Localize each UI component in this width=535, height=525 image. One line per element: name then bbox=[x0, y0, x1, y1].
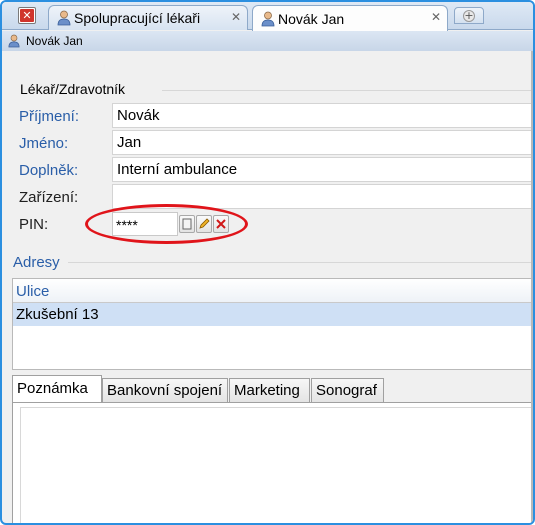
plus-icon: + bbox=[463, 8, 475, 22]
note-panel bbox=[12, 402, 533, 523]
field-row-prijmeni: Příjmení: Novák bbox=[12, 103, 533, 129]
highlight-circle bbox=[85, 204, 248, 244]
addresses-divider bbox=[68, 262, 533, 263]
tab-label: Novák Jan bbox=[278, 10, 345, 27]
tab-marketing[interactable]: Marketing bbox=[229, 378, 310, 402]
tab-close-icon[interactable]: ✕ bbox=[431, 10, 441, 24]
tab-novak-jan[interactable]: Novák Jan ✕ bbox=[252, 5, 448, 31]
document-title: Novák Jan bbox=[26, 34, 83, 48]
document-header: Novák Jan bbox=[2, 31, 533, 51]
person-icon bbox=[57, 10, 71, 26]
field-row-doplnek: Doplněk: Interní ambulance bbox=[12, 157, 533, 183]
app-window: ✕ Spolupracující lékaři ✕ Novák Jan ✕ + bbox=[0, 0, 535, 525]
field-label: Jméno: bbox=[19, 135, 69, 152]
right-edge bbox=[531, 51, 533, 523]
addresses-title: Adresy bbox=[13, 254, 60, 271]
group-title: Lékař/Zdravotník bbox=[20, 81, 126, 97]
field-row-zarizeni: Zařízení: bbox=[12, 184, 533, 210]
tab-label: Spolupracující lékaři bbox=[74, 10, 201, 26]
tab-spolupracujici-lekari[interactable]: Spolupracující lékaři ✕ bbox=[48, 5, 248, 30]
tab-poznamka[interactable]: Poznámka bbox=[12, 375, 102, 403]
tab-bankovni-spojeni[interactable]: Bankovní spojení bbox=[102, 378, 228, 402]
table-row[interactable]: Zkušební 13 bbox=[13, 303, 533, 326]
person-icon bbox=[261, 11, 275, 26]
note-textarea[interactable] bbox=[20, 407, 533, 523]
field-label: Příjmení: bbox=[19, 108, 80, 125]
first-name-field[interactable]: Jan bbox=[112, 130, 533, 155]
close-app-button[interactable]: ✕ bbox=[18, 7, 36, 24]
person-icon bbox=[8, 34, 20, 48]
tab-strip: ✕ Spolupracující lékaři ✕ Novák Jan ✕ + bbox=[2, 2, 533, 31]
pin-label: PIN: bbox=[19, 216, 49, 233]
new-tab-button[interactable]: + bbox=[454, 7, 484, 24]
field-label: Doplněk: bbox=[19, 162, 79, 179]
field-label: Zařízení: bbox=[19, 189, 79, 206]
tab-sonograf[interactable]: Sonograf bbox=[311, 378, 384, 402]
column-header-ulice[interactable]: Ulice bbox=[13, 279, 533, 303]
close-icon: ✕ bbox=[20, 9, 34, 22]
surname-field[interactable]: Novák bbox=[112, 103, 533, 128]
group-divider bbox=[162, 90, 533, 91]
addresses-table: Ulice Zkušební 13 bbox=[12, 278, 533, 370]
field-row-jmeno: Jméno: Jan bbox=[12, 130, 533, 156]
tab-close-icon[interactable]: ✕ bbox=[231, 10, 241, 24]
supplement-field[interactable]: Interní ambulance bbox=[112, 157, 533, 182]
